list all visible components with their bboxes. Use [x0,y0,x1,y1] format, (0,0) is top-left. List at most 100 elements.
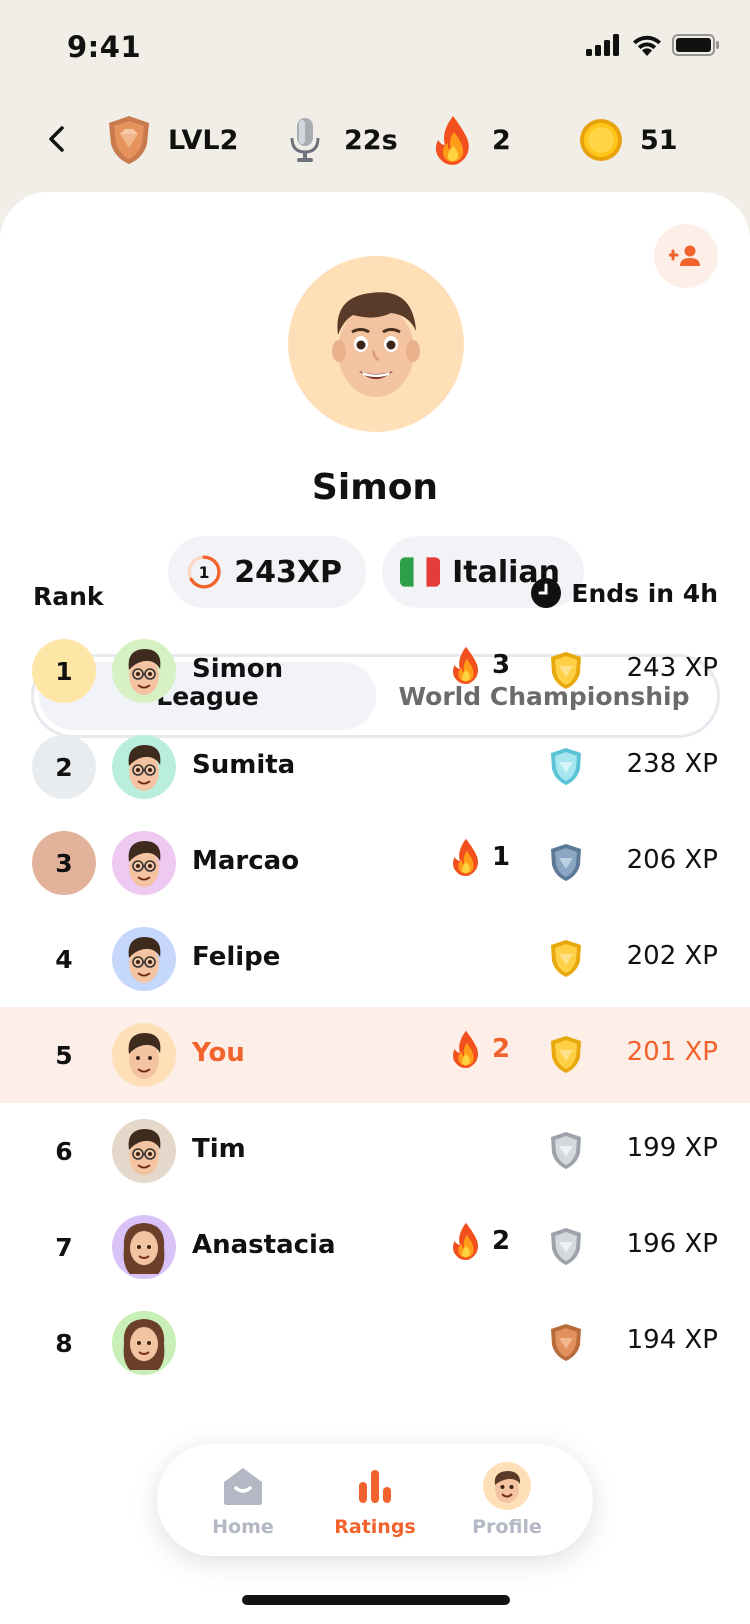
rank-badge: 7 [55,1232,73,1262]
ratings-icon [351,1462,399,1510]
fire-icon [450,1221,482,1261]
steel-shield-icon [548,837,584,889]
ends-in-label: Ends in 4h [571,578,718,608]
wifi-icon [633,35,661,56]
gold-shield-icon [548,933,584,985]
add-friend-button[interactable] [654,224,718,288]
bronze-shield-icon [548,1317,584,1369]
back-button[interactable] [40,119,72,159]
fire-icon [450,837,482,877]
user-xp: 202 XP [626,941,718,971]
user-avatar [112,1023,176,1087]
league-timer: Ends in 4h [531,578,718,608]
streak-count: 3 [492,650,511,680]
rank-badge: 1 [32,639,96,703]
diamond-shield-icon [548,741,584,793]
coin-icon [576,113,626,167]
fire-icon [428,113,478,167]
rank-badge: 4 [55,944,73,974]
nav-profile[interactable]: Profile [452,1462,562,1538]
home-icon [219,1462,267,1510]
profile-avatar-icon [483,1462,531,1510]
rank-badge: 2 [32,735,96,799]
home-indicator [242,1595,510,1605]
user-xp: 199 XP [626,1133,718,1163]
nav-home-label: Home [212,1516,274,1538]
user-avatar [112,927,176,991]
coins-stat[interactable]: 51 [576,113,678,167]
leaderboard-row[interactable]: 8 194 XP [0,1295,750,1391]
user-name: Felipe [192,942,281,972]
status-time: 9:41 [67,30,142,64]
user-avatar [112,639,176,703]
streak-stat[interactable]: 2 [428,113,511,167]
leaderboard-row[interactable]: 3 Marcao 1 206 XP [0,815,750,911]
coins-label: 51 [640,124,678,156]
level-stat[interactable]: LVL2 [104,113,238,167]
leaderboard-row[interactable]: 5 You 2 201 XP [0,1007,750,1103]
silver-shield-icon [548,1221,584,1273]
add-person-icon [669,245,700,266]
user-streak: 2 [450,1221,520,1261]
user-streak: 1 [450,837,520,877]
profile-name: Simon [311,467,439,508]
user-name: Anastacia [192,1230,336,1260]
user-avatar [112,735,176,799]
clock-icon [531,578,562,608]
leaderboard-header: Rank Ends in 4h [0,578,750,618]
microphone-icon [280,113,330,167]
rank-badge: 3 [32,831,96,895]
memoji-avatar-icon [332,292,420,397]
nav-home[interactable]: Home [188,1462,298,1538]
leaderboard-row[interactable]: 1 Simon 3 243 XP [0,623,750,719]
battery-icon [672,34,719,56]
profile-avatar [288,256,464,432]
user-xp: 196 XP [626,1229,718,1259]
bronze-shield-icon [104,113,154,167]
user-xp: 238 XP [626,749,718,779]
voice-time-label: 22s [344,124,398,156]
streak-count: 2 [492,1034,511,1064]
user-avatar [112,1215,176,1279]
status-icons [586,34,720,56]
user-xp: 201 XP [626,1037,718,1067]
rank-badge: 5 [55,1040,73,1070]
user-xp: 194 XP [626,1325,718,1355]
fire-icon [450,1029,482,1069]
user-avatar [112,1119,176,1183]
nav-ratings[interactable]: Ratings [320,1462,430,1538]
nav-ratings-label: Ratings [334,1516,416,1538]
user-xp: 206 XP [626,845,718,875]
user-avatar [112,831,176,895]
leaderboard-row[interactable]: 4 Felipe 202 XP [0,911,750,1007]
gold-shield-icon [548,645,584,697]
rank-column-header: Rank [33,582,104,611]
status-bar: 9:41 [0,0,750,96]
user-xp: 243 XP [626,653,718,683]
fire-icon [450,645,482,685]
user-name: Sumita [192,750,296,780]
streak-count: 1 [492,842,511,872]
signal-icon [586,34,619,56]
user-avatar [112,1311,176,1375]
leaderboard-row[interactable]: 7 Anastacia 2 196 XP [0,1199,750,1295]
user-name: Marcao [192,846,300,876]
gold-shield-icon [548,1029,584,1081]
user-name: Tim [192,1134,246,1164]
user-streak: 2 [450,1029,520,1069]
streak-count: 2 [492,1226,511,1256]
user-streak: 3 [450,645,520,685]
top-stats-bar: LVL2 22s 2 51 [0,105,750,175]
rank-badge: 6 [55,1136,73,1166]
chevron-left-icon [49,126,64,152]
bottom-navigation: Home Ratings Profile [157,1444,593,1556]
user-name: Simon [192,654,284,684]
voice-time-stat[interactable]: 22s [280,113,398,167]
silver-shield-icon [548,1125,584,1177]
rank-badge: 8 [55,1328,73,1358]
leaderboard-row[interactable]: 2 Sumita 238 XP [0,719,750,815]
level-label: LVL2 [168,124,239,156]
user-name: You [192,1038,245,1068]
leaderboard-row[interactable]: 6 Tim 199 XP [0,1103,750,1199]
streak-label: 2 [492,124,511,156]
